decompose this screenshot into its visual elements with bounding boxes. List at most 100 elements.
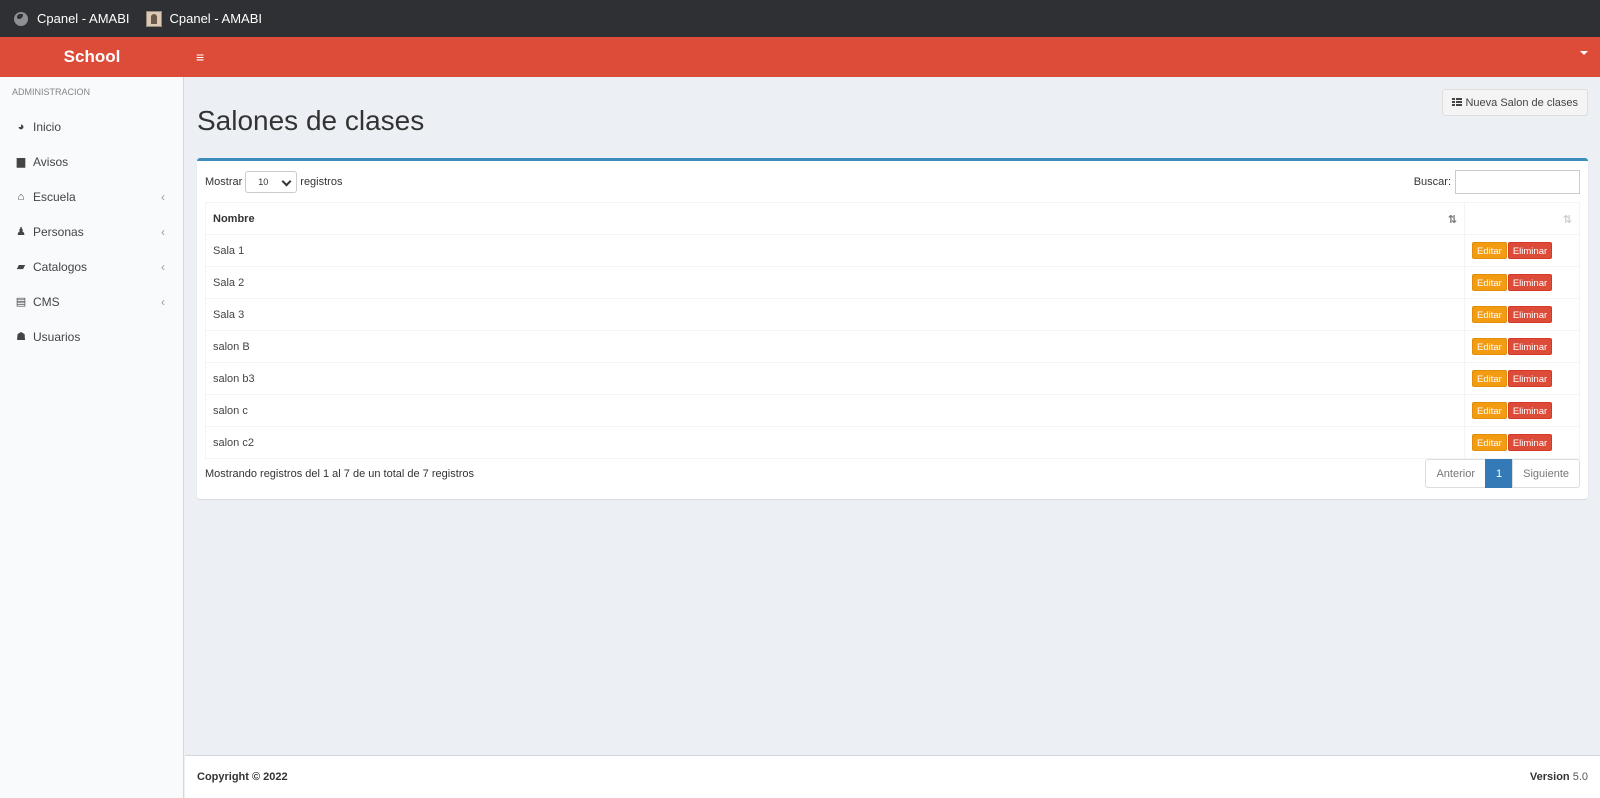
row-name: Sala 3 <box>205 298 1465 331</box>
logo[interactable]: School <box>0 37 184 77</box>
sidebar-item-label: Escuela <box>33 189 76 204</box>
sort-icon: ⇅ <box>1562 214 1572 226</box>
edit-button[interactable]: Editar <box>1472 370 1507 387</box>
copyright: Copyright © 2022 <box>197 771 288 783</box>
row-actions: Editar Eliminar <box>1464 426 1580 459</box>
caret-down-icon[interactable] <box>1580 51 1588 55</box>
sidebar-item-avisos[interactable]: ▆ Avisos <box>0 144 183 179</box>
sidebar-item-personas[interactable]: ♟ Personas ‹ <box>0 214 183 249</box>
sidebar-item-inicio[interactable]: ◕ Inicio <box>0 109 183 144</box>
tab-cpanel-1[interactable]: Cpanel - AMABI <box>14 11 130 26</box>
row-actions: Editar Eliminar <box>1464 298 1580 331</box>
page-length-select[interactable]: 10 <box>245 171 298 193</box>
delete-button[interactable]: Eliminar <box>1507 274 1553 291</box>
column-header-actions[interactable]: ⇅ <box>1464 202 1580 235</box>
length-prefix: Mostrar <box>205 176 243 188</box>
sidebar-item-label: Avisos <box>33 154 69 169</box>
row-name: salon b3 <box>205 362 1465 395</box>
sidebar-item-usuarios[interactable]: ☗ Usuarios <box>0 319 183 354</box>
version-number: 5.0 <box>1572 771 1588 783</box>
row-actions: Editar Eliminar <box>1464 362 1580 395</box>
column-header-nombre[interactable]: Nombre ⇅ <box>205 202 1465 235</box>
row-actions: Editar Eliminar <box>1464 330 1580 363</box>
delete-button[interactable]: Eliminar <box>1507 242 1553 259</box>
edit-button[interactable]: Editar <box>1472 338 1507 355</box>
pagination-next[interactable]: Siguiente <box>1512 459 1580 488</box>
browser-tab-bar: Cpanel - AMABI Cpanel - AMABI <box>0 0 1600 37</box>
row-name: Sala 1 <box>205 234 1465 267</box>
chevron-left-icon: ‹ <box>161 295 165 309</box>
new-classroom-button[interactable]: Nueva Salon de clases <box>1442 89 1588 116</box>
sort-asc-icon: ⇅ <box>1447 214 1457 226</box>
chevron-left-icon: ‹ <box>161 260 165 274</box>
edit-button[interactable]: Editar <box>1472 402 1507 419</box>
page-length-value: 10 <box>258 177 269 187</box>
sidebar-item-label: Usuarios <box>33 329 81 344</box>
users-icon: ☗ <box>16 330 26 343</box>
row-actions: Editar Eliminar <box>1464 234 1580 267</box>
table-row: salon B Editar Eliminar <box>205 330 1580 363</box>
page-length-control: Mostrar 10 registros <box>205 171 342 193</box>
sidebar-item-cms[interactable]: ▤ CMS ‹ <box>0 284 183 319</box>
document-icon: ▤ <box>15 295 27 308</box>
sidebar-item-escuela[interactable]: ⌂ Escuela ‹ <box>0 179 183 214</box>
page-title: Salones de clases <box>197 105 425 136</box>
tab-title: Cpanel - AMABI <box>169 11 263 26</box>
delete-button[interactable]: Eliminar <box>1507 434 1553 451</box>
row-name: salon c2 <box>205 426 1465 459</box>
table-header-row: Nombre ⇅ ⇅ <box>205 202 1580 235</box>
row-actions: Editar Eliminar <box>1464 394 1580 427</box>
row-name: salon B <box>205 330 1465 363</box>
delete-button[interactable]: Eliminar <box>1507 338 1553 355</box>
edit-button[interactable]: Editar <box>1472 242 1507 259</box>
book-icon: ▰ <box>16 260 26 273</box>
delete-button[interactable]: Eliminar <box>1507 306 1553 323</box>
pagination: Anterior 1 Siguiente <box>1425 459 1580 488</box>
edit-button[interactable]: Editar <box>1472 434 1507 451</box>
tab-title: Cpanel - AMABI <box>37 11 130 26</box>
bank-icon: ⌂ <box>17 190 25 203</box>
length-suffix: registros <box>300 176 343 188</box>
menu-toggle-icon[interactable]: ≡ <box>196 49 204 65</box>
classrooms-table: Nombre ⇅ ⇅ Sala 1 Editar Eliminar Sala 2… <box>205 202 1580 459</box>
pagination-page-1[interactable]: 1 <box>1485 459 1514 488</box>
new-classroom-label: Nueva Salon de clases <box>1465 96 1578 109</box>
classrooms-box: Mostrar 10 registros Buscar: Nombre ⇅ ⇅ <box>197 158 1588 499</box>
search-label: Buscar: <box>1413 176 1451 188</box>
sidebar-item-label: Inicio <box>33 119 62 134</box>
version: Version 5.0 <box>1530 771 1588 783</box>
sidebar-item-label: CMS <box>33 294 60 309</box>
edit-button[interactable]: Editar <box>1472 306 1507 323</box>
search-input[interactable] <box>1455 170 1580 194</box>
file-icon: ▆ <box>16 155 26 168</box>
sidebar: ADMINISTRACION ◕ Inicio ▆ Avisos ⌂ Escue… <box>0 77 184 798</box>
tab-cpanel-2[interactable]: Cpanel - AMABI <box>145 10 263 27</box>
table-row: Sala 2 Editar Eliminar <box>205 266 1580 299</box>
list-icon <box>1452 98 1463 107</box>
version-label: Version <box>1529 771 1570 783</box>
delete-button[interactable]: Eliminar <box>1507 402 1553 419</box>
sidebar-item-label: Catalogos <box>33 259 88 274</box>
person-icon: ♟ <box>16 225 26 238</box>
delete-button[interactable]: Eliminar <box>1507 370 1553 387</box>
search-control: Buscar: <box>1414 170 1580 194</box>
row-actions: Editar Eliminar <box>1464 266 1580 299</box>
content-area: Salones de clases Nueva Salon de clases … <box>185 77 1600 755</box>
chevron-left-icon: ‹ <box>161 190 165 204</box>
sidebar-item-label: Personas <box>33 224 84 239</box>
sidebar-section-label: ADMINISTRACION <box>12 87 91 97</box>
table-row: salon c2 Editar Eliminar <box>205 426 1580 459</box>
sidebar-item-catalogos[interactable]: ▰ Catalogos ‹ <box>0 249 183 284</box>
globe-icon <box>14 11 28 26</box>
pagination-prev[interactable]: Anterior <box>1425 459 1486 488</box>
favicon-icon <box>145 10 162 27</box>
table-row: Sala 3 Editar Eliminar <box>205 298 1580 331</box>
dashboard-icon: ◕ <box>17 120 25 133</box>
edit-button[interactable]: Editar <box>1472 274 1507 291</box>
main-header: School ≡ <box>0 37 1600 77</box>
table-row: salon c Editar Eliminar <box>205 394 1580 427</box>
table-row: salon b3 Editar Eliminar <box>205 362 1580 395</box>
footer: Copyright © 2022 Version 5.0 <box>185 755 1600 798</box>
table-info: Mostrando registros del 1 al 7 de un tot… <box>205 468 475 480</box>
row-name: Sala 2 <box>205 266 1465 299</box>
